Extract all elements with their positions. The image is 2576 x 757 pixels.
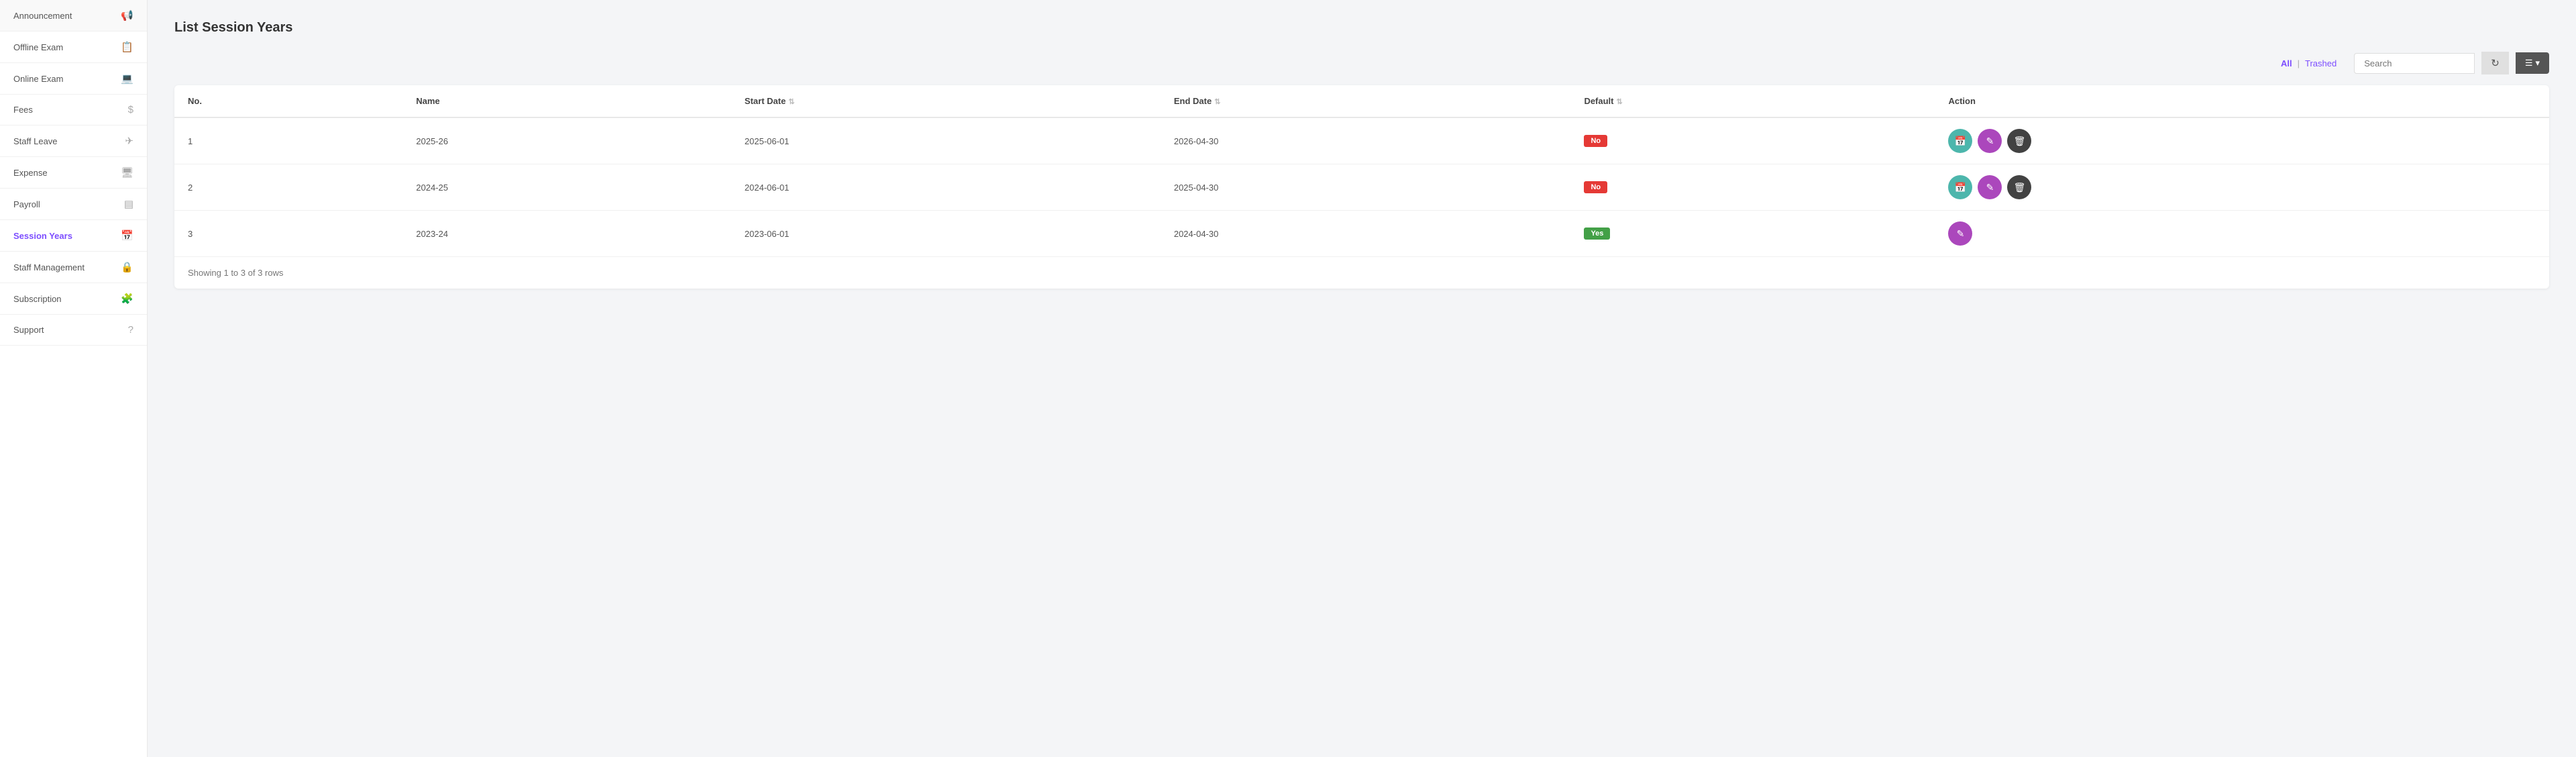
table-row: 12025-262025-06-012026-04-30 No 📅 ✎ 🗑 — [174, 117, 2549, 164]
edit-button[interactable]: ✎ — [1978, 175, 2002, 199]
sidebar-item-label-staff-leave: Staff Leave — [13, 136, 125, 146]
columns-arrow-icon: ▾ — [2535, 58, 2540, 68]
sidebar-item-label-online-exam: Online Exam — [13, 74, 121, 84]
sidebar-item-expense[interactable]: Expense 🖥 — [0, 157, 147, 189]
columns-icon: ☰ — [2525, 58, 2533, 68]
sidebar-item-label-support: Support — [13, 325, 128, 335]
sidebar-item-label-payroll: Payroll — [13, 199, 124, 209]
sidebar-icon-staff-management: 🔒 — [121, 261, 133, 273]
session-years-table: No.NameStart Date⇅End Date⇅Default⇅Actio… — [174, 85, 2549, 256]
sort-icon: ⇅ — [1214, 98, 1220, 106]
col-no.: No. — [174, 85, 402, 117]
sidebar-item-payroll[interactable]: Payroll ▤ — [0, 189, 147, 220]
trashed-link[interactable]: Trashed — [2305, 58, 2337, 68]
sidebar-icon-announcement: 📢 — [121, 9, 133, 21]
cell-no: 1 — [174, 117, 402, 164]
calendar-button[interactable]: 📅 — [1948, 129, 1972, 153]
sidebar-icon-support: ? — [128, 324, 133, 336]
cell-end-date: 2026-04-30 — [1161, 117, 1571, 164]
default-badge: No — [1584, 181, 1607, 193]
cell-no: 3 — [174, 211, 402, 257]
sidebar-icon-online-exam: 💻 — [121, 72, 133, 85]
sidebar-item-label-session-years: Session Years — [13, 231, 121, 241]
action-buttons: ✎ — [1948, 221, 2536, 246]
sidebar-item-staff-management[interactable]: Staff Management 🔒 — [0, 252, 147, 283]
sidebar-item-offline-exam[interactable]: Offline Exam 📋 — [0, 32, 147, 63]
cell-default: No — [1570, 117, 1935, 164]
toolbar: All | Trashed ↻ ☰ ▾ — [174, 52, 2549, 74]
col-name: Name — [402, 85, 731, 117]
table-row: 32023-242023-06-012024-04-30 Yes ✎ — [174, 211, 2549, 257]
showing-rows: Showing 1 to 3 of 3 rows — [174, 256, 2549, 289]
cell-action: ✎ — [1935, 211, 2549, 257]
refresh-button[interactable]: ↻ — [2481, 52, 2509, 74]
sidebar-icon-expense: 🖥 — [121, 166, 133, 179]
table-header: No.NameStart Date⇅End Date⇅Default⇅Actio… — [174, 85, 2549, 117]
col-default[interactable]: Default⇅ — [1570, 85, 1935, 117]
edit-button[interactable]: ✎ — [1948, 221, 1972, 246]
sidebar-icon-fees: $ — [128, 104, 133, 115]
sidebar-item-label-subscription: Subscription — [13, 294, 121, 304]
sidebar-item-session-years[interactable]: Session Years 📅 — [0, 220, 147, 252]
edit-button[interactable]: ✎ — [1978, 129, 2002, 153]
sidebar: Announcement 📢 Offline Exam 📋 Online Exa… — [0, 0, 148, 757]
sidebar-item-announcement[interactable]: Announcement 📢 — [0, 0, 147, 32]
session-years-table-container: No.NameStart Date⇅End Date⇅Default⇅Actio… — [174, 85, 2549, 289]
sidebar-item-online-exam[interactable]: Online Exam 💻 — [0, 63, 147, 95]
page-title: List Session Years — [174, 20, 2549, 36]
sidebar-icon-session-years: 📅 — [121, 230, 133, 242]
sidebar-item-support[interactable]: Support ? — [0, 315, 147, 346]
cell-action: 📅 ✎ 🗑 — [1935, 117, 2549, 164]
cell-name: 2023-24 — [402, 211, 731, 257]
columns-button[interactable]: ☰ ▾ — [2516, 52, 2549, 74]
main-content: List Session Years All | Trashed ↻ ☰ ▾ N… — [148, 0, 2576, 757]
action-buttons: 📅 ✎ 🗑 — [1948, 175, 2536, 199]
action-buttons: 📅 ✎ 🗑 — [1948, 129, 2536, 153]
all-link[interactable]: All — [2281, 58, 2292, 68]
search-input[interactable] — [2354, 53, 2475, 74]
cell-name: 2025-26 — [402, 117, 731, 164]
table-body: 12025-262025-06-012026-04-30No 📅 ✎ 🗑 220… — [174, 117, 2549, 256]
cell-default: Yes — [1570, 211, 1935, 257]
calendar-button[interactable]: 📅 — [1948, 175, 1972, 199]
cell-default: No — [1570, 164, 1935, 211]
sidebar-item-label-announcement: Announcement — [13, 11, 121, 21]
sidebar-icon-payroll: ▤ — [124, 198, 133, 210]
sort-icon: ⇅ — [788, 98, 794, 106]
sort-icon: ⇅ — [1617, 98, 1623, 106]
col-start-date[interactable]: Start Date⇅ — [731, 85, 1161, 117]
cell-start-date: 2024-06-01 — [731, 164, 1161, 211]
sidebar-item-staff-leave[interactable]: Staff Leave ✈ — [0, 125, 147, 157]
cell-action: 📅 ✎ 🗑 — [1935, 164, 2549, 211]
sidebar-item-subscription[interactable]: Subscription 🧩 — [0, 283, 147, 315]
delete-button[interactable]: 🗑 — [2007, 175, 2031, 199]
sidebar-icon-staff-leave: ✈ — [125, 135, 133, 147]
delete-button[interactable]: 🗑 — [2007, 129, 2031, 153]
cell-end-date: 2024-04-30 — [1161, 211, 1571, 257]
sidebar-item-label-staff-management: Staff Management — [13, 262, 121, 272]
sidebar-icon-offline-exam: 📋 — [121, 41, 133, 53]
cell-start-date: 2025-06-01 — [731, 117, 1161, 164]
cell-start-date: 2023-06-01 — [731, 211, 1161, 257]
col-end-date[interactable]: End Date⇅ — [1161, 85, 1571, 117]
col-action: Action — [1935, 85, 2549, 117]
sidebar-item-label-expense: Expense — [13, 168, 121, 178]
table-row: 22024-252024-06-012025-04-30 No 📅 ✎ 🗑 — [174, 164, 2549, 211]
cell-name: 2024-25 — [402, 164, 731, 211]
cell-no: 2 — [174, 164, 402, 211]
separator: | — [2298, 58, 2300, 68]
sidebar-icon-subscription: 🧩 — [121, 293, 133, 305]
sidebar-item-label-fees: Fees — [13, 105, 128, 115]
cell-end-date: 2025-04-30 — [1161, 164, 1571, 211]
sidebar-item-fees[interactable]: Fees $ — [0, 95, 147, 125]
default-badge: Yes — [1584, 228, 1610, 240]
default-badge: No — [1584, 135, 1607, 147]
sidebar-item-label-offline-exam: Offline Exam — [13, 42, 121, 52]
filter-links: All | Trashed — [2281, 58, 2337, 68]
header-row: No.NameStart Date⇅End Date⇅Default⇅Actio… — [174, 85, 2549, 117]
